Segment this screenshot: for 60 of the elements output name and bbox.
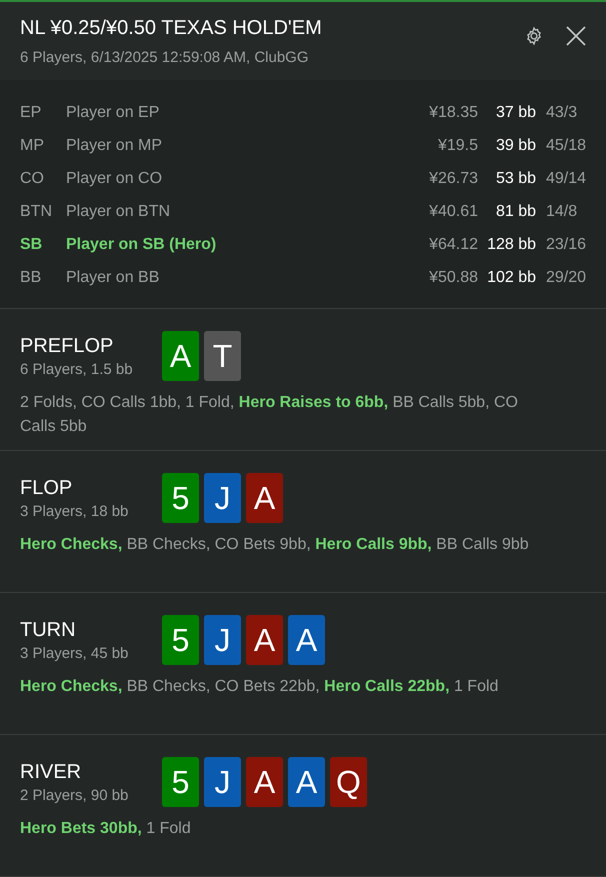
playing-card: J [204,473,241,523]
player-name: Player on MP [66,136,164,154]
street-name: RIVER [20,761,82,784]
street-info: 2 Players, 90 bb [20,787,130,804]
playing-card: A [162,331,199,381]
player-stack: ¥64.12 [428,236,478,254]
player-stats: 29/20 [545,268,586,286]
player-stack: ¥26.73 [428,170,478,188]
close-button[interactable] [566,26,586,46]
player-stats: 43/3 [545,104,578,122]
playing-card: 5 [162,615,199,665]
street-info: 3 Players, 18 bb [20,503,130,520]
player-name: Player on EP [66,104,160,122]
playing-card: A [246,473,283,523]
player-stats: 23/16 [545,236,586,254]
playing-card: J [204,615,241,665]
player-bb: 102 bb [486,268,536,286]
street-name: TURN [20,619,77,642]
hand-title: NL ¥0.25/¥0.50 TEXAS HOLD'EM [20,17,322,40]
playing-card: A [288,757,325,807]
player-stack: ¥50.88 [428,268,478,286]
player-bb: 81 bb [494,202,536,220]
street-actions: Hero Checks, BB Checks, CO Bets 9bb, Hero Calls 9bb, BB Calls 9bb [20,535,530,555]
player-bb: 37 bb [494,104,536,122]
playing-card: 5 [162,757,199,807]
settings-button[interactable] [524,26,544,46]
street-actions: 2 Folds, CO Calls 1bb, 1 Fold, Hero Raises to 6bb, BB Calls 5bb, CO Calls 5bb [20,393,519,437]
player-bb: 39 bb [494,136,536,154]
player-stats: 49/14 [545,170,586,188]
hand-subtitle: 6 Players, 6/13/2025 12:59:08 AM, ClubGG [20,49,310,66]
player-position: CO [20,170,45,188]
player-stack: ¥40.61 [428,202,478,220]
playing-card: 5 [162,473,199,523]
street-name: FLOP [20,477,74,500]
player-stack: ¥19.5 [436,136,478,154]
playing-card: Q [330,757,367,807]
playing-card: A [288,615,325,665]
player-position: BTN [20,202,53,220]
street-actions: Hero Bets 30bb, 1 Fold [20,819,192,839]
player-position: SB [20,236,44,254]
player-name: Player on BTN [66,202,172,220]
player-name: Player on SB (Hero) [66,236,218,254]
player-stats: 45/18 [545,136,586,154]
playing-card: T [204,331,241,381]
playing-card: A [246,757,283,807]
player-stats: 14/8 [545,202,578,220]
street-actions: Hero Checks, BB Checks, CO Bets 22bb, Hero Calls 22bb, 1 Fold [20,677,500,697]
player-name: Player on BB [66,268,160,286]
player-bb: 128 bb [486,236,536,254]
player-position: EP [20,104,42,122]
street-info: 6 Players, 1.5 bb [20,361,134,378]
player-stack: ¥18.35 [428,104,478,122]
playing-card: A [246,615,283,665]
player-position: MP [20,136,45,154]
player-bb: 53 bb [494,170,536,188]
player-name: Player on CO [66,170,164,188]
player-position: BB [20,268,42,286]
street-info: 3 Players, 45 bb [20,645,130,662]
street-name: PREFLOP [20,335,114,358]
playing-card: J [204,757,241,807]
